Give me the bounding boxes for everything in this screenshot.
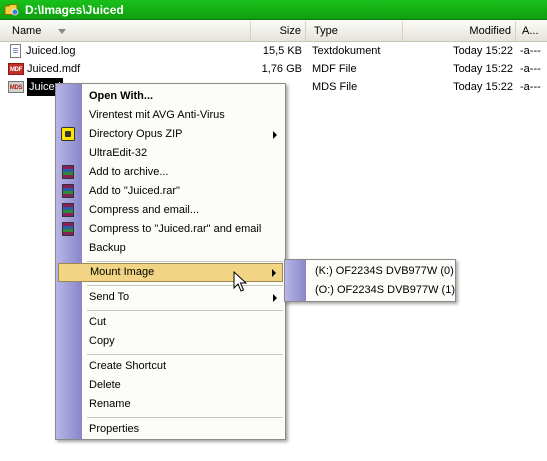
menu-item-label: Directory Opus ZIP <box>89 128 183 140</box>
menu-item-label: Copy <box>89 335 115 347</box>
menu-item-label: (O:) OF2234S DVB977W (1) <box>315 284 455 296</box>
mouse-cursor-icon <box>233 271 247 292</box>
winrar-icon <box>62 203 74 217</box>
menu-item-label: Delete <box>89 379 121 391</box>
winrar-icon <box>62 165 74 179</box>
file-size: 1,76 GB <box>261 63 302 75</box>
file-name-cell: Juiced.log <box>8 42 76 60</box>
menu-item-virentest[interactable]: Virentest mit AVG Anti-Virus <box>56 106 285 125</box>
zip-icon <box>61 127 75 141</box>
menu-separator <box>87 285 283 286</box>
column-name-label: Name <box>12 25 42 37</box>
menu-item-label: Add to "Juiced.rar" <box>89 185 180 197</box>
menu-item-label: Compress to "Juiced.rar" and email <box>89 223 262 235</box>
menu-item-ultraedit[interactable]: UltraEdit-32 <box>56 144 285 163</box>
menu-item-add-archive[interactable]: Add to archive... <box>56 163 285 182</box>
menu-item-label: Cut <box>89 316 107 328</box>
window-title: D:\Images\Juiced <box>25 2 124 17</box>
winrar-icon <box>62 184 74 198</box>
winrar-icon <box>62 222 74 236</box>
column-modified-label: Modified <box>469 25 511 37</box>
menu-item-label: (K:) OF2234S DVB977W (0) <box>315 265 454 277</box>
file-size: 15,5 KB <box>262 45 302 57</box>
column-type-label: Type <box>314 25 338 37</box>
menu-item-send-to[interactable]: Send To <box>56 288 285 307</box>
column-header: Name Size Type Modified A... <box>0 21 547 42</box>
column-attributes-label: A... <box>522 25 539 37</box>
menu-item-label: Open With... <box>89 90 154 102</box>
menu-item-backup[interactable]: Backup <box>56 239 285 258</box>
file-type: MDS File <box>312 81 358 93</box>
menu-item-label: Add to archive... <box>89 166 169 178</box>
submenu-arrow-icon <box>272 269 276 277</box>
menu-item-label: Backup <box>89 242 126 254</box>
mount-image-submenu: (K:) OF2234S DVB977W (0) (O:) OF2234S DV… <box>284 259 456 302</box>
menu-item-add-rar[interactable]: Add to "Juiced.rar" <box>56 182 285 201</box>
menu-separator <box>87 310 283 311</box>
file-name: Juiced.mdf <box>27 63 81 75</box>
submenu-item-drive-o[interactable]: (O:) OF2234S DVB977W (1) <box>285 281 455 299</box>
sort-arrow-icon <box>58 29 66 34</box>
menu-item-label: Virentest mit AVG Anti-Virus <box>89 109 225 121</box>
menu-item-properties[interactable]: Properties <box>56 420 285 439</box>
menu-item-compress-email[interactable]: Compress and email... <box>56 201 285 220</box>
file-type: MDF File <box>312 63 357 75</box>
menu-item-label: UltraEdit-32 <box>89 147 148 159</box>
file-name-cell: MDF Juiced.mdf <box>8 60 80 78</box>
title-bar: D:\Images\Juiced <box>0 0 547 20</box>
menu-item-create-shortcut[interactable]: Create Shortcut <box>56 357 285 376</box>
file-modified: Today 15:22 <box>453 45 513 57</box>
folder-icon <box>4 3 19 16</box>
menu-separator <box>87 354 283 355</box>
column-size[interactable]: Size <box>251 21 306 42</box>
menu-item-opus-zip[interactable]: Directory Opus ZIP <box>56 125 285 144</box>
column-modified[interactable]: Modified <box>403 21 516 42</box>
column-attributes[interactable]: A... <box>516 21 547 42</box>
menu-item-label: Rename <box>89 398 131 410</box>
file-row[interactable]: Juiced.log 15,5 KB Textdokument Today 15… <box>0 42 547 60</box>
submenu-arrow-icon <box>273 131 277 139</box>
menu-item-open-with[interactable]: Open With... <box>56 87 285 106</box>
submenu-arrow-icon <box>273 294 277 302</box>
file-attributes: -a--- <box>520 63 541 75</box>
menu-separator <box>87 261 283 262</box>
file-type: Textdokument <box>312 45 381 57</box>
menu-item-label: Properties <box>89 423 140 435</box>
column-type[interactable]: Type <box>306 21 403 42</box>
menu-item-label: Create Shortcut <box>89 360 167 372</box>
menu-item-cut[interactable]: Cut <box>56 313 285 332</box>
file-name: Juiced.log <box>26 45 76 57</box>
menu-item-rename[interactable]: Rename <box>56 395 285 414</box>
menu-separator <box>87 417 283 418</box>
file-modified: Today 15:22 <box>453 63 513 75</box>
menu-item-label: Send To <box>89 291 130 303</box>
menu-item-mount-image[interactable]: Mount Image <box>58 263 283 282</box>
file-attributes: -a--- <box>520 45 541 57</box>
menu-item-label: Mount Image <box>90 266 155 278</box>
text-file-icon <box>10 44 21 58</box>
menu-item-delete[interactable]: Delete <box>56 376 285 395</box>
file-attributes: -a--- <box>520 81 541 93</box>
file-modified: Today 15:22 <box>453 81 513 93</box>
context-menu: Open With... Virentest mit AVG Anti-Viru… <box>55 83 286 440</box>
column-size-label: Size <box>279 25 301 37</box>
mdf-file-icon: MDF <box>8 63 24 75</box>
menu-item-copy[interactable]: Copy <box>56 332 285 351</box>
menu-item-label: Compress and email... <box>89 204 200 216</box>
submenu-item-drive-k[interactable]: (K:) OF2234S DVB977W (0) <box>285 262 455 280</box>
mds-file-icon: MDS <box>8 81 24 93</box>
file-row[interactable]: MDF Juiced.mdf 1,76 GB MDF File Today 15… <box>0 60 547 78</box>
menu-item-compress-rar-email[interactable]: Compress to "Juiced.rar" and email <box>56 220 285 239</box>
column-name[interactable]: Name <box>0 21 251 42</box>
